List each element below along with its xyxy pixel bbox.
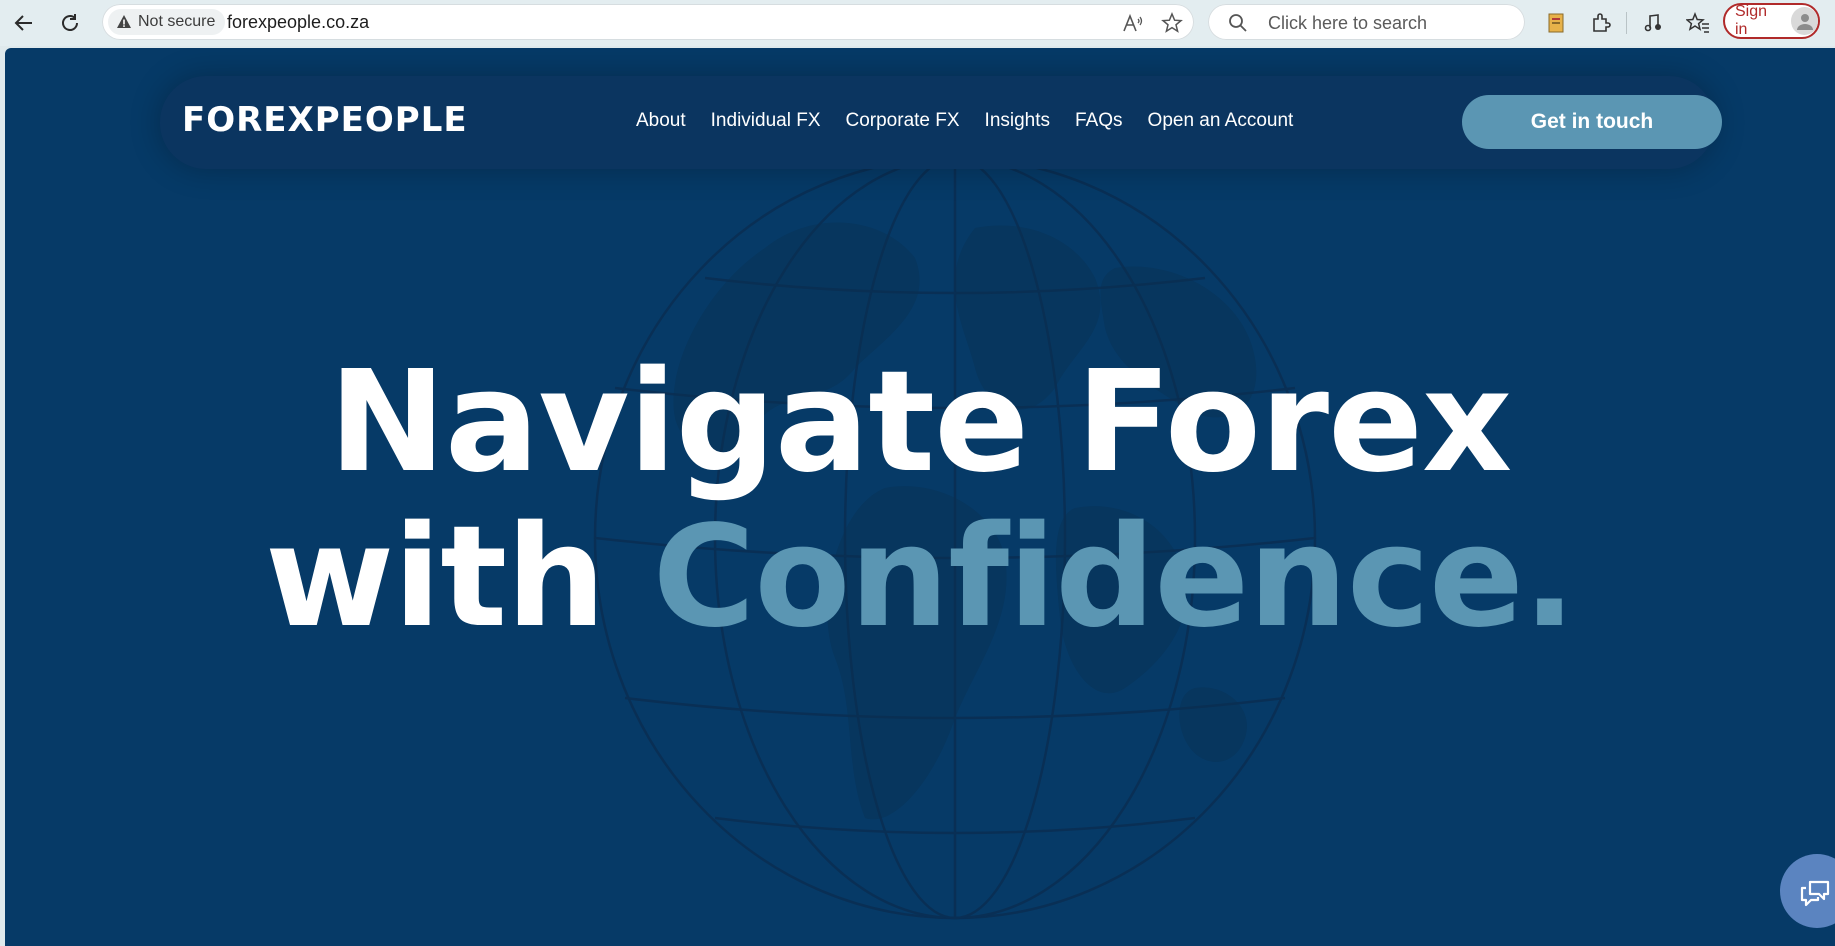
sign-in-label: Sign in (1735, 3, 1768, 38)
site-logo[interactable]: FOREXPEOPLE (182, 100, 468, 140)
search-placeholder: Click here to search (1268, 13, 1428, 33)
security-indicator[interactable]: Not secure (108, 9, 226, 35)
nav-about[interactable]: About (636, 110, 686, 132)
main-navigation: About Individual FX Corporate FX Insight… (636, 110, 1293, 132)
read-aloud-button[interactable] (1120, 10, 1146, 36)
hero-line2-prefix: with (264, 496, 653, 659)
site-header: FOREXPEOPLE About Individual FX Corporat… (160, 76, 1722, 169)
nav-open-account[interactable]: Open an Account (1148, 110, 1294, 132)
hero-accent-word: Confidence. (652, 496, 1576, 659)
logo-text: FOREXPEOPLE (182, 100, 468, 140)
nav-corporate-fx[interactable]: Corporate FX (846, 110, 960, 132)
live-chat-button[interactable] (1780, 854, 1835, 928)
profile-icon (1791, 7, 1818, 35)
search-box[interactable]: Click here to search (1208, 4, 1525, 40)
nav-faqs[interactable]: FAQs (1075, 110, 1123, 132)
warning-icon (117, 15, 131, 28)
back-icon (14, 15, 32, 31)
hero-headline-line2: with Confidence. (5, 503, 1835, 653)
collections-button[interactable] (1541, 8, 1571, 38)
extensions-icon (1593, 13, 1611, 32)
favorites-button[interactable] (1683, 8, 1713, 38)
back-button[interactable] (8, 7, 40, 39)
browser-toolbar: Not secure forexpeople.co.za Click here … (0, 0, 1835, 46)
read-aloud-icon (1123, 13, 1143, 32)
address-bar[interactable]: Not secure forexpeople.co.za (102, 4, 1194, 40)
page-viewport: FOREXPEOPLE About Individual FX Corporat… (5, 48, 1835, 946)
refresh-button[interactable] (54, 7, 86, 39)
get-in-touch-label: Get in touch (1530, 110, 1654, 133)
media-control-button[interactable] (1638, 8, 1668, 38)
media-icon (1644, 14, 1661, 32)
nav-insights[interactable]: Insights (985, 110, 1050, 132)
sign-in-button[interactable]: Sign in (1723, 3, 1820, 39)
search-icon (1229, 14, 1247, 32)
add-favorite-button[interactable] (1159, 10, 1185, 36)
favorites-icon (1686, 12, 1709, 33)
toolbar-divider (1626, 12, 1627, 34)
url-text[interactable]: forexpeople.co.za (227, 12, 369, 33)
collections-icon (1548, 13, 1564, 33)
favorite-star-icon (1161, 12, 1183, 33)
hero-headline-line1: Navigate Forex (328, 341, 1513, 504)
get-in-touch-button[interactable]: Get in touch (1462, 95, 1722, 149)
chat-icon (1800, 880, 1830, 907)
refresh-icon (62, 14, 78, 31)
extensions-button[interactable] (1586, 8, 1616, 38)
nav-individual-fx[interactable]: Individual FX (711, 110, 821, 132)
security-label: Not secure (138, 13, 216, 30)
